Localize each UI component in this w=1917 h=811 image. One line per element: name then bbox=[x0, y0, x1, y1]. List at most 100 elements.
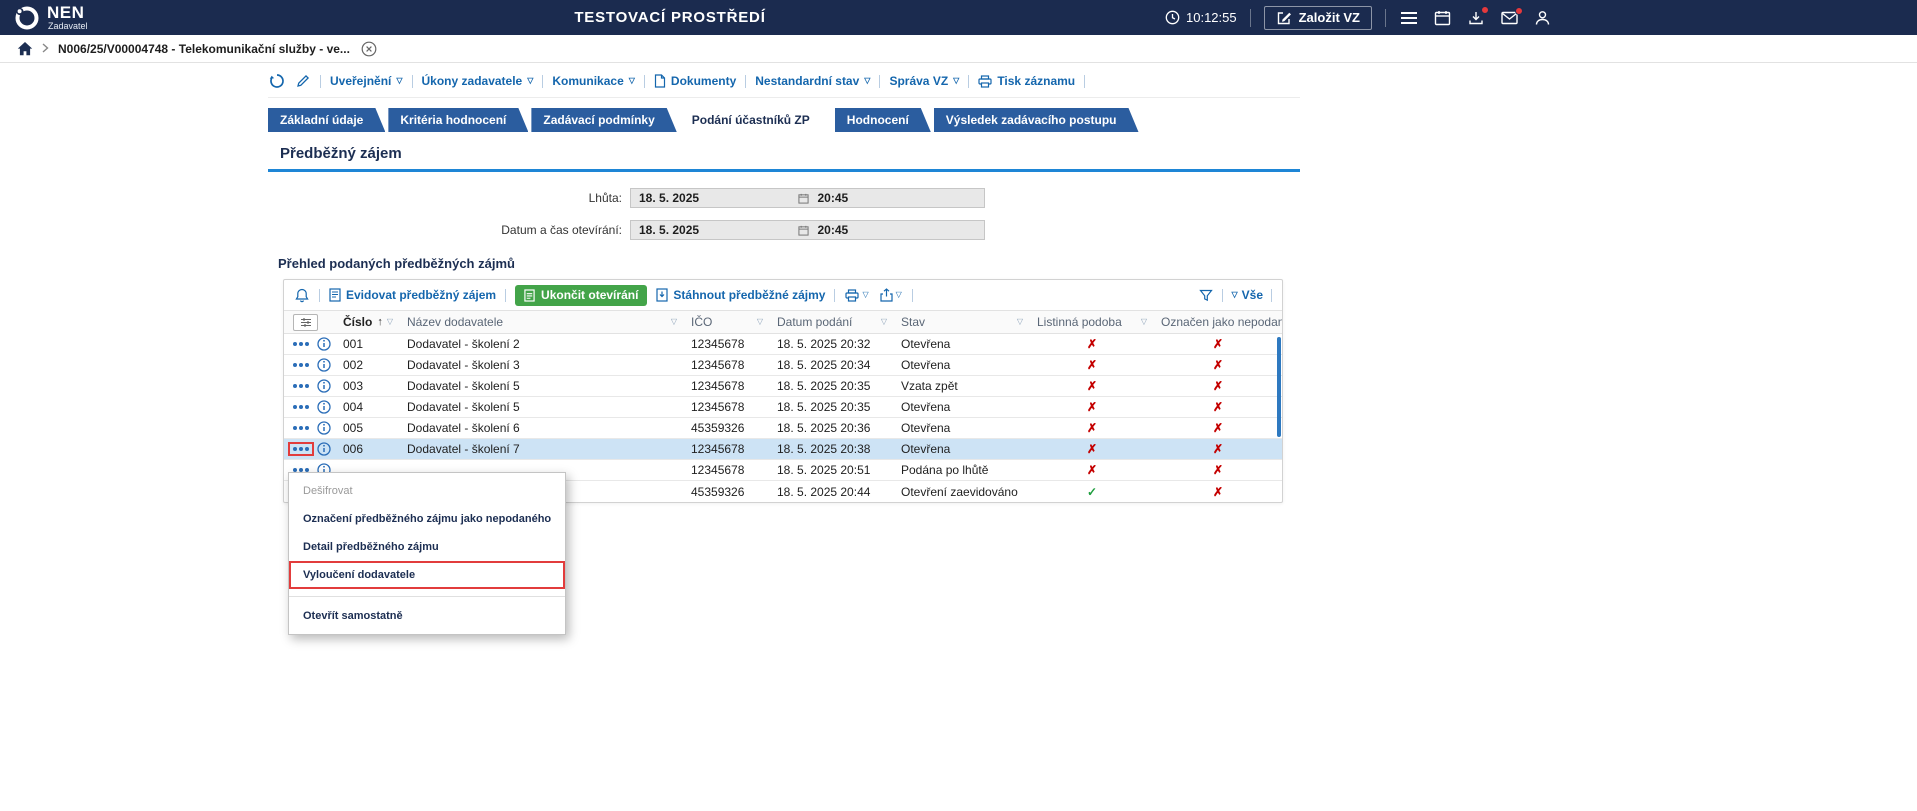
cell-ico: 45359326 bbox=[691, 484, 745, 499]
document-icon bbox=[654, 74, 666, 88]
table-row[interactable]: 005 Dodavatel - školení 6 45359326 18. 5… bbox=[284, 418, 1282, 439]
cell-paper-mark: ✓ bbox=[1086, 484, 1098, 499]
menu-item-exclude-supplier[interactable]: Vyloučení dodavatele bbox=[289, 561, 566, 589]
column-label: Název dodavatele bbox=[407, 315, 504, 329]
menu-sprava-vz[interactable]: Správa VZ bbox=[889, 74, 959, 88]
opening-datetime-field[interactable]: 18. 5. 2025 20:45 bbox=[630, 220, 985, 240]
info-icon bbox=[317, 400, 331, 414]
column-header-ico[interactable]: IČO bbox=[684, 311, 770, 333]
form-row-opening: Datum a čas otevírání: 18. 5. 2025 20:45 bbox=[268, 220, 1300, 240]
column-settings-button[interactable] bbox=[293, 313, 318, 331]
menu-nestandardni-stav[interactable]: Nestandardní stav bbox=[755, 74, 870, 88]
end-opening-button[interactable]: Ukončit otevírání bbox=[515, 284, 648, 306]
cell-paper-mark: ✗ bbox=[1086, 442, 1098, 456]
menu-label: Dokumenty bbox=[670, 74, 737, 88]
create-vz-label: Založit VZ bbox=[1298, 10, 1360, 25]
prelim-interest-panel: Evidovat předběžný zájem Ukončit otevírá… bbox=[283, 279, 1283, 503]
filter-button[interactable] bbox=[1198, 288, 1214, 303]
menu-dokumenty[interactable]: Dokumenty bbox=[654, 74, 736, 88]
menu-uverejneni[interactable]: Uveřejnění bbox=[330, 74, 403, 88]
main-content: Uveřejnění Úkony zadavatele Komunikace D… bbox=[268, 72, 1300, 635]
divider bbox=[745, 74, 747, 88]
downloads-button[interactable] bbox=[1466, 5, 1489, 28]
row-menu-button[interactable] bbox=[290, 339, 312, 349]
messages-button[interactable] bbox=[1499, 6, 1523, 27]
edit-button[interactable] bbox=[295, 73, 311, 89]
close-record-button[interactable] bbox=[361, 41, 377, 57]
row-context-menu: Dešifrovat Označení předběžného zájmu ja… bbox=[288, 472, 567, 635]
scrollbar-thumb[interactable] bbox=[1277, 337, 1281, 437]
table-row-selected[interactable]: 006 Dodavatel - školení 7 12345678 18. 5… bbox=[284, 439, 1282, 460]
cell-number: 006 bbox=[343, 442, 364, 456]
history-button[interactable] bbox=[268, 72, 286, 90]
info-button[interactable] bbox=[317, 337, 331, 351]
cell-paper-mark: ✗ bbox=[1086, 337, 1098, 351]
download-interests-label: Stáhnout předběžné zájmy bbox=[673, 288, 826, 302]
table-row[interactable]: 001 Dodavatel - školení 2 12345678 18. 5… bbox=[284, 334, 1282, 355]
form-icon bbox=[329, 288, 341, 302]
calendar-icon bbox=[1434, 10, 1451, 25]
home-button[interactable] bbox=[17, 41, 33, 56]
chevron-down-icon bbox=[896, 291, 902, 299]
menu-item-open-separately[interactable]: Otevřít samostatně bbox=[289, 602, 565, 630]
deadline-form: Lhůta: 18. 5. 2025 20:45 Datum a čas ote… bbox=[268, 188, 1300, 240]
row-menu-button[interactable] bbox=[290, 360, 312, 370]
info-button[interactable] bbox=[317, 421, 331, 435]
tab-zadavaci-podminky[interactable]: Zadávací podmínky bbox=[531, 108, 676, 132]
row-menu-button-highlighted[interactable] bbox=[288, 442, 314, 456]
tab-vysledek-zadavaciho-postupu[interactable]: Výsledek zadávacího postupu bbox=[934, 108, 1139, 132]
info-button[interactable] bbox=[317, 400, 331, 414]
create-vz-button[interactable]: Založit VZ bbox=[1263, 5, 1372, 30]
notifications-button[interactable] bbox=[294, 287, 310, 304]
table-row[interactable]: 004 Dodavatel - školení 5 12345678 18. 5… bbox=[284, 397, 1282, 418]
menu-komunikace[interactable]: Komunikace bbox=[552, 74, 635, 88]
chevron-down-icon bbox=[862, 291, 868, 299]
row-menu-button[interactable] bbox=[290, 381, 312, 391]
tab-kriteria-hodnoceni[interactable]: Kritéria hodnocení bbox=[388, 108, 528, 132]
top-bar: NEN Zadavatel TESTOVACÍ PROSTŘEDÍ 10:12:… bbox=[0, 0, 1917, 35]
print-list-button[interactable] bbox=[844, 288, 869, 303]
cell-submitted: 18. 5. 2025 20:35 bbox=[777, 379, 871, 393]
chevron-down-icon bbox=[757, 318, 763, 326]
menu-ukony-zadavatele[interactable]: Úkony zadavatele bbox=[422, 74, 534, 88]
info-button[interactable] bbox=[317, 442, 331, 456]
register-interest-button[interactable]: Evidovat předběžný zájem bbox=[329, 288, 496, 302]
profile-button[interactable] bbox=[1533, 8, 1552, 28]
main-menu-button[interactable] bbox=[1399, 10, 1419, 26]
cell-status: Otevřena bbox=[901, 358, 951, 372]
tab-zakladni-udaje[interactable]: Základní údaje bbox=[268, 108, 385, 132]
column-header-supplier[interactable]: Název dodavatele bbox=[400, 311, 684, 333]
download-interests-button[interactable]: Stáhnout předběžné zájmy bbox=[656, 288, 825, 302]
column-header-status[interactable]: Stav bbox=[894, 311, 1030, 333]
export-button[interactable] bbox=[879, 287, 903, 303]
info-icon bbox=[317, 379, 331, 393]
info-button[interactable] bbox=[317, 379, 331, 393]
column-settings-cell bbox=[284, 311, 336, 333]
filter-all-button[interactable]: Vše bbox=[1231, 288, 1263, 302]
calendar-picker-icon[interactable] bbox=[797, 225, 809, 236]
calendar-picker-icon[interactable] bbox=[797, 193, 809, 204]
table-row[interactable]: 003 Dodavatel - školení 5 12345678 18. 5… bbox=[284, 376, 1282, 397]
menu-item-detail[interactable]: Detail předběžného zájmu bbox=[289, 533, 565, 561]
column-header-submitted[interactable]: Datum podání bbox=[770, 311, 894, 333]
row-menu-button[interactable] bbox=[290, 402, 312, 412]
column-header-number[interactable]: Číslo ↑ bbox=[336, 311, 400, 333]
menu-item-mark-not-submitted[interactable]: Označení předběžného zájmu jako nepodané… bbox=[289, 505, 565, 533]
tab-hodnoceni[interactable]: Hodnocení bbox=[835, 108, 931, 132]
edit-pencil-icon bbox=[297, 74, 310, 87]
row-menu-button[interactable] bbox=[290, 423, 312, 433]
breadcrumb-item[interactable]: N006/25/V00004748 - Telekomunikační služ… bbox=[58, 42, 350, 56]
column-header-paper[interactable]: Listinná podoba bbox=[1030, 311, 1154, 333]
calendar-button[interactable] bbox=[1432, 8, 1453, 28]
column-header-not-submitted[interactable]: Označen jako nepodaný bbox=[1154, 311, 1282, 333]
chevron-down-icon bbox=[671, 318, 677, 326]
menu-label: Správa VZ bbox=[889, 74, 949, 88]
tab-podani-ucastniku-zp[interactable]: Podání účastníků ZP bbox=[680, 108, 832, 132]
table-row[interactable]: 002 Dodavatel - školení 3 12345678 18. 5… bbox=[284, 355, 1282, 376]
info-button[interactable] bbox=[317, 358, 331, 372]
cell-not-submitted-mark: ✗ bbox=[1212, 400, 1224, 414]
nen-logo[interactable]: NEN Zadavatel bbox=[14, 4, 88, 31]
clock-icon bbox=[1165, 10, 1180, 25]
deadline-datetime-field[interactable]: 18. 5. 2025 20:45 bbox=[630, 188, 985, 208]
menu-tisk-zaznamu[interactable]: Tisk záznamu bbox=[978, 74, 1075, 88]
